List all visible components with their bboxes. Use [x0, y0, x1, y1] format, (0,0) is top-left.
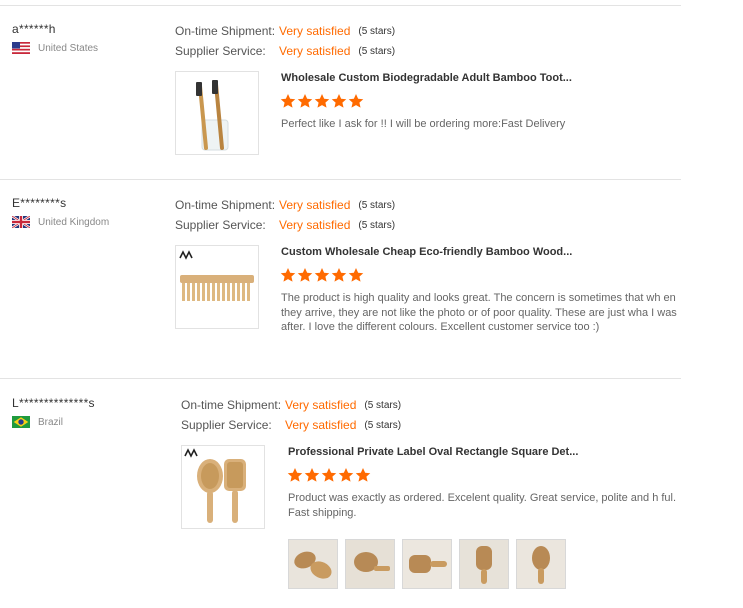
divider-top: [0, 5, 681, 6]
buyer-info: a******h United States: [12, 22, 98, 54]
buyer-name: E********s: [12, 196, 67, 210]
star-icon: [331, 268, 347, 282]
buyer-name: L**************s: [12, 396, 95, 410]
service-stars: (5 stars): [364, 419, 402, 431]
country-name: Brazil: [38, 416, 64, 428]
star-icon: [331, 94, 347, 108]
review-photo[interactable]: [459, 539, 509, 589]
shipment-value: Very satisfied: [279, 24, 351, 38]
service-rating: Supplier Service: Very satisfied (5 star…: [181, 418, 401, 432]
star-icon: [338, 468, 354, 482]
star-icon: [321, 468, 337, 482]
shipment-rating: On-time Shipment: Very satisfied (5 star…: [175, 24, 395, 38]
review-stars: [280, 267, 365, 283]
shipment-value: Very satisfied: [285, 398, 357, 412]
brazil-flag-icon: [12, 416, 30, 428]
photo-image: [346, 540, 394, 588]
review-text: Product was exactly as ordered. Excelent…: [288, 492, 677, 519]
shipment-rating: On-time Shipment: Very satisfied (5 star…: [175, 198, 395, 212]
star-icon: [287, 468, 303, 482]
service-label: Supplier Service:: [181, 418, 272, 432]
star-icon: [304, 468, 320, 482]
toothbrush-image: [196, 80, 229, 151]
service-rating: Supplier Service: Very satisfied (5 star…: [175, 44, 395, 58]
review-card: a******h United States On-time Shipment:…: [0, 22, 690, 172]
divider: [0, 179, 681, 180]
product-thumbnail[interactable]: [175, 71, 259, 155]
star-icon: [297, 94, 313, 108]
product-thumbnail[interactable]: [181, 445, 265, 529]
product-thumbnail[interactable]: [175, 245, 259, 329]
uk-flag-icon: [12, 216, 30, 228]
service-value: Very satisfied: [279, 44, 351, 58]
service-stars: (5 stars): [358, 45, 396, 57]
hairbrush-image: [184, 448, 246, 523]
photo-image: [289, 540, 337, 588]
star-icon: [348, 94, 364, 108]
shipment-label: On-time Shipment:: [175, 24, 276, 38]
review-photo[interactable]: [345, 539, 395, 589]
star-icon: [355, 468, 371, 482]
shipment-label: On-time Shipment:: [181, 398, 282, 412]
buyer-country: United States: [12, 42, 98, 54]
service-value: Very satisfied: [285, 418, 357, 432]
buyer-info: L**************s Brazil: [12, 396, 95, 428]
service-stars: (5 stars): [358, 219, 396, 231]
divider: [0, 378, 681, 379]
product-title[interactable]: Wholesale Custom Biodegradable Adult Bam…: [281, 72, 572, 84]
product-title[interactable]: Professional Private Label Oval Rectangl…: [288, 446, 578, 458]
shipment-stars: (5 stars): [364, 399, 402, 411]
review-stars: [287, 467, 372, 483]
star-icon: [314, 268, 330, 282]
review-text: Perfect like I ask for !! I will be orde…: [281, 118, 566, 130]
buyer-name: a******h: [12, 22, 56, 36]
review-photo[interactable]: [516, 539, 566, 589]
star-icon: [280, 94, 296, 108]
service-value: Very satisfied: [279, 218, 351, 232]
service-label: Supplier Service:: [175, 44, 266, 58]
star-icon: [280, 268, 296, 282]
photo-image: [460, 540, 508, 588]
shipment-label: On-time Shipment:: [175, 198, 276, 212]
review-photo[interactable]: [402, 539, 452, 589]
service-label: Supplier Service:: [175, 218, 266, 232]
review-photo[interactable]: [288, 539, 338, 589]
photo-image: [403, 540, 451, 588]
comb-image: [179, 250, 254, 301]
shipment-stars: (5 stars): [358, 25, 396, 37]
shipment-rating: On-time Shipment: Very satisfied (5 star…: [181, 398, 401, 412]
star-icon: [348, 268, 364, 282]
review-card: L**************s Brazil On-time Shipment…: [0, 396, 690, 606]
shipment-stars: (5 stars): [358, 199, 396, 211]
star-icon: [297, 268, 313, 282]
review-card: E********s United Kingdom On-time Shipme…: [0, 196, 690, 356]
service-rating: Supplier Service: Very satisfied (5 star…: [175, 218, 395, 232]
product-title[interactable]: Custom Wholesale Cheap Eco-friendly Bamb…: [281, 246, 572, 258]
star-icon: [314, 94, 330, 108]
review-text: The product is high quality and looks gr…: [281, 292, 677, 333]
us-flag-icon: [12, 42, 30, 54]
buyer-country: Brazil: [12, 416, 95, 428]
photo-image: [517, 540, 565, 588]
buyer-country: United Kingdom: [12, 216, 109, 228]
shipment-value: Very satisfied: [279, 198, 351, 212]
review-stars: [280, 93, 365, 109]
buyer-info: E********s United Kingdom: [12, 196, 109, 228]
country-name: United States: [38, 42, 99, 54]
country-name: United Kingdom: [38, 216, 110, 228]
review-photos: [288, 539, 573, 589]
